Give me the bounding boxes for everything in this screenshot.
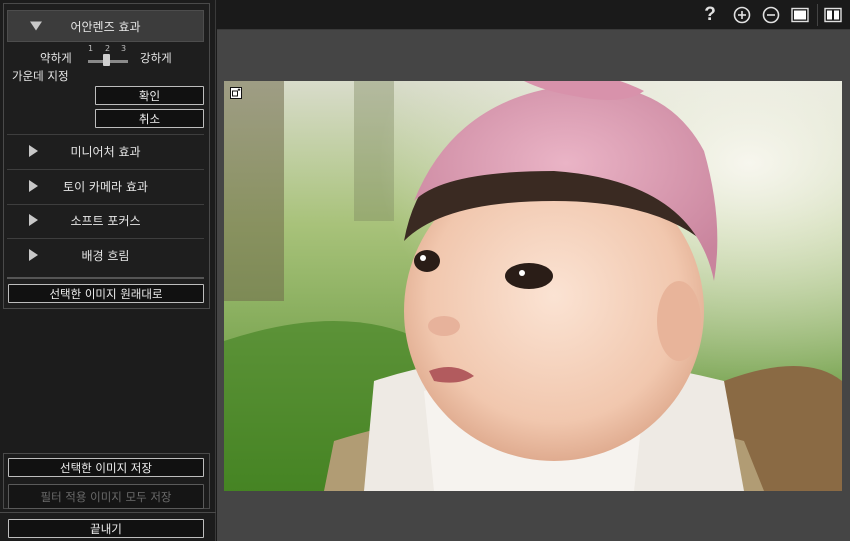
expand-triangle-icon [29,145,38,157]
weak-label: 약하게 [40,51,72,65]
tick-3: 3 [121,44,127,53]
background-blur-header[interactable]: 배경 흐림 [7,239,204,271]
collapse-triangle-icon [30,21,42,31]
zoom-in-icon[interactable] [732,5,752,25]
soft-focus-header[interactable]: 소프트 포커스 [7,204,204,236]
restore-selected-button[interactable]: 선택한 이미지 원래대로 [8,284,204,303]
toolbar: ? [217,0,850,30]
soft-focus-label: 소프트 포커스 [70,213,141,228]
help-icon[interactable]: ? [700,4,720,25]
compare-view-icon[interactable] [823,5,843,25]
help-glyph: ? [704,4,716,25]
miniature-effect-label: 미니어처 효과 [70,144,141,159]
effects-sidebar: 어안렌즈 효과 약하게 1 2 3 강하게 가운데 지정 확인 취소 미니어처 … [0,0,216,541]
toy-camera-effect-header[interactable]: 토이 카메라 효과 [7,170,204,202]
baby-photo [224,81,842,491]
background-blur-label: 배경 흐림 [81,248,130,263]
confirm-button[interactable]: 확인 [95,86,204,105]
divider [0,512,216,513]
preview-image[interactable] [224,81,842,491]
toy-camera-effect-label: 토이 카메라 효과 [63,179,148,194]
strength-slider-thumb[interactable] [103,54,110,66]
tick-2: 2 [105,44,111,53]
zoom-out-icon[interactable] [761,5,781,25]
expand-triangle-icon [29,180,38,192]
single-view-icon[interactable] [790,5,810,25]
expand-triangle-icon [29,214,38,226]
miniature-effect-header[interactable]: 미니어처 효과 [7,135,204,167]
fisheye-effect-title: 어안렌즈 효과 [70,19,141,34]
fisheye-effect-header[interactable]: 어안렌즈 효과 [7,10,204,42]
divider [7,277,204,279]
expand-triangle-icon [29,249,38,261]
strong-label: 강하게 [140,51,172,65]
save-selected-button[interactable]: 선택한 이미지 저장 [8,458,204,477]
exit-button[interactable]: 끝내기 [8,519,204,538]
cancel-button[interactable]: 취소 [95,109,204,128]
tick-1: 1 [88,44,94,53]
save-all-filtered-button[interactable]: 필터 적용 이미지 모두 저장 [8,484,204,509]
center-label: 가운데 지정 [12,69,69,83]
image-info-icon[interactable] [230,87,242,99]
toolbar-separator [817,4,818,26]
